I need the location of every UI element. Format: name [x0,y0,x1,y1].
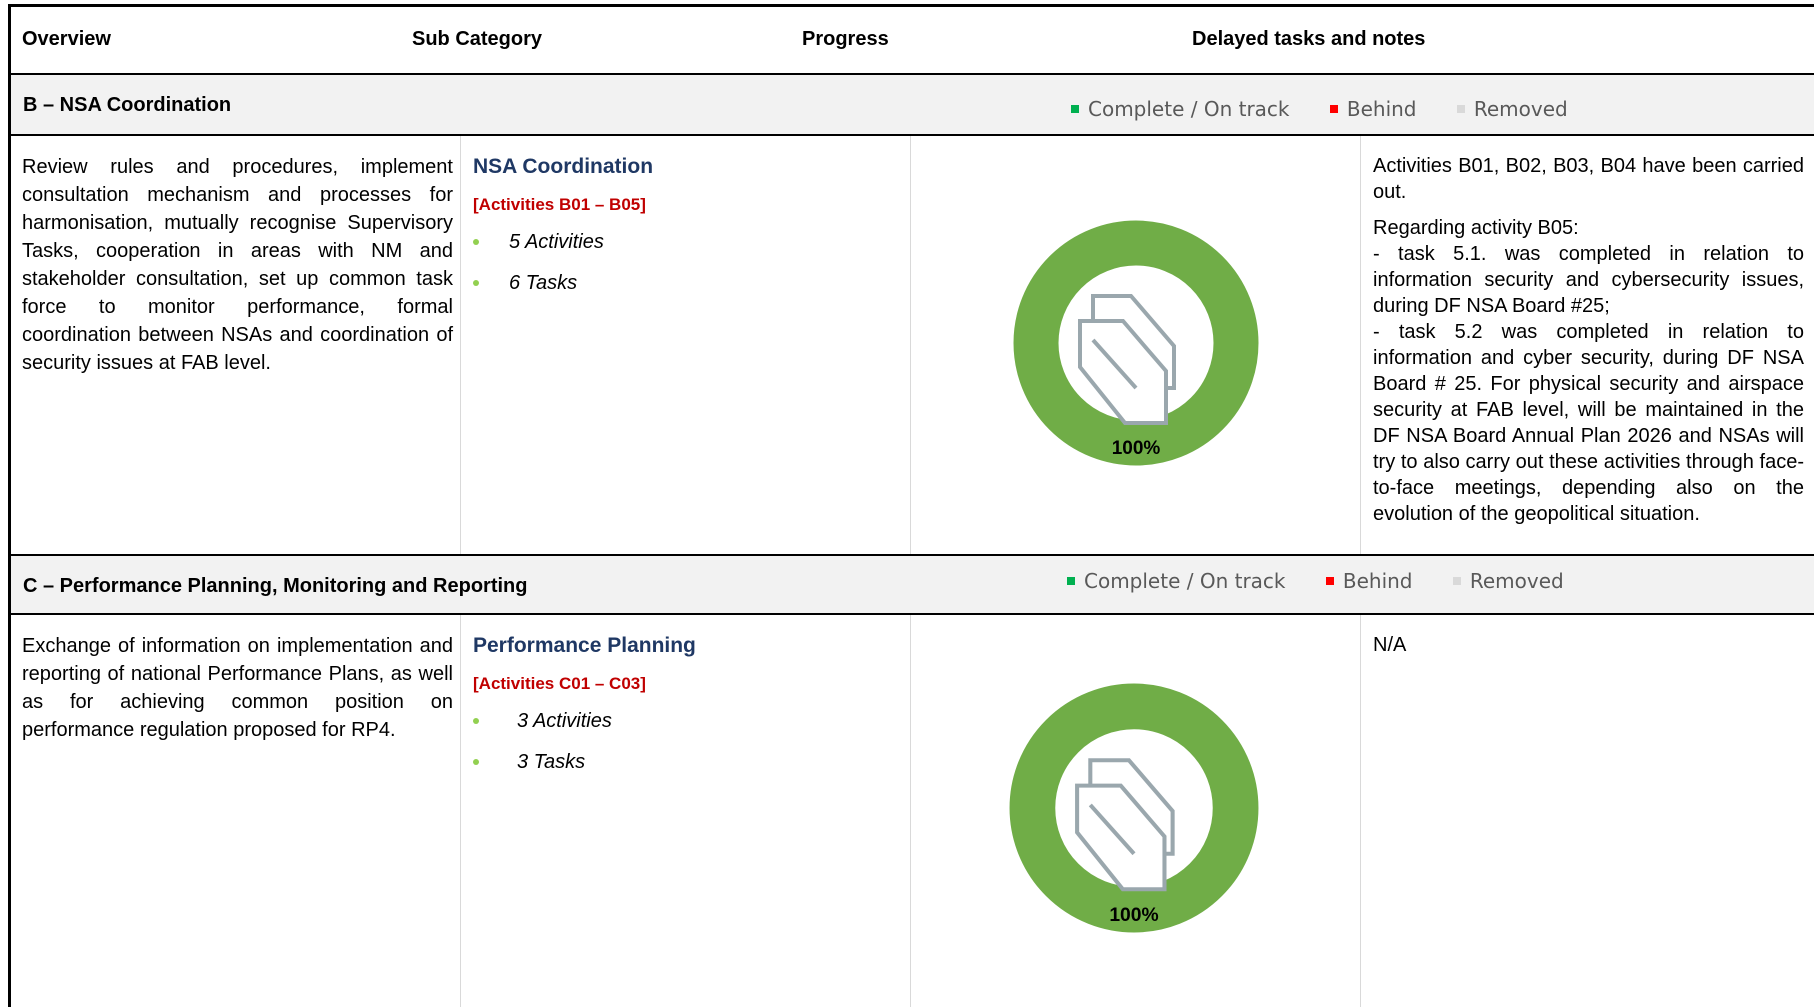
activities-range: [Activities C01 – C03] [473,674,646,693]
table-header: Overview Sub Category Progress Delayed t… [11,7,1814,75]
note-paragraph: Regarding activity B05: [1373,217,1579,239]
overview-text: Exchange of information on implementatio… [22,635,453,741]
legend-complete: Complete / On track [1067,569,1286,593]
header-notes: Delayed tasks and notes [1192,28,1426,50]
fab-logo-icon [1075,758,1175,892]
section-title: B – NSA Coordination [23,94,232,116]
list-item: 6 Tasks [473,269,893,297]
sub-category: Performance Planning [Activities C01 – C… [473,632,893,789]
note-paragraph: - task 5.2 was completed in relation to … [1373,321,1804,525]
section-bar-c: C – Performance Planning, Monitoring and… [11,556,1814,615]
progress-donut: 100% [1013,220,1259,466]
header-progress: Progress [802,28,889,50]
legend: Complete / On track Behind Removed [1067,569,1598,593]
progress-label: 100% [1112,438,1161,459]
sub-category: NSA Coordination [Activities B01 – B05] … [473,153,893,310]
progress-table: Overview Sub Category Progress Delayed t… [8,4,1814,1007]
section-bar-b: B – NSA Coordination Complete / On track… [11,75,1814,136]
square-icon [1067,577,1075,585]
overview-text: Review rules and procedures, implement c… [22,156,453,374]
legend-complete: Complete / On track [1071,97,1290,121]
list-item: 5 Activities [473,228,893,256]
activity-list: 3 Activities 3 Tasks [473,707,893,776]
legend-behind: Behind [1325,569,1413,593]
notes: Activities B01, B02, B03, B04 have been … [1373,153,1804,527]
header-overview: Overview [22,28,111,50]
legend-behind: Behind [1329,97,1417,121]
list-item: 3 Activities [473,707,893,735]
square-icon [1456,105,1465,113]
note-paragraph: N/A [1373,634,1407,656]
activity-list: 5 Activities 6 Tasks [473,228,893,297]
sub-category-title: NSA Coordination [473,155,654,178]
list-item: 3 Tasks [473,748,893,776]
square-icon [1325,577,1334,585]
sub-category-title: Performance Planning [473,634,696,657]
activities-range: [Activities B01 – B05] [473,195,646,214]
legend: Complete / On track Behind Removed [1071,97,1602,121]
notes: N/A [1373,632,1804,668]
section-row-c: Exchange of information on implementatio… [11,615,1814,1007]
section-title: C – Performance Planning, Monitoring and… [23,575,528,597]
note-paragraph: - task 5.1. was completed in relation to… [1373,243,1804,317]
square-icon [1071,105,1079,113]
legend-removed: Removed [1452,569,1564,593]
fab-logo-icon [1078,294,1176,425]
progress-label: 100% [1109,905,1158,926]
header-sub-category: Sub Category [412,28,543,50]
section-row-b: Review rules and procedures, implement c… [11,136,1814,556]
progress-donut: 100% [1009,683,1259,933]
legend-removed: Removed [1456,97,1568,121]
square-icon [1452,577,1461,585]
note-paragraph: Activities B01, B02, B03, B04 have been … [1373,155,1804,203]
square-icon [1329,105,1338,113]
